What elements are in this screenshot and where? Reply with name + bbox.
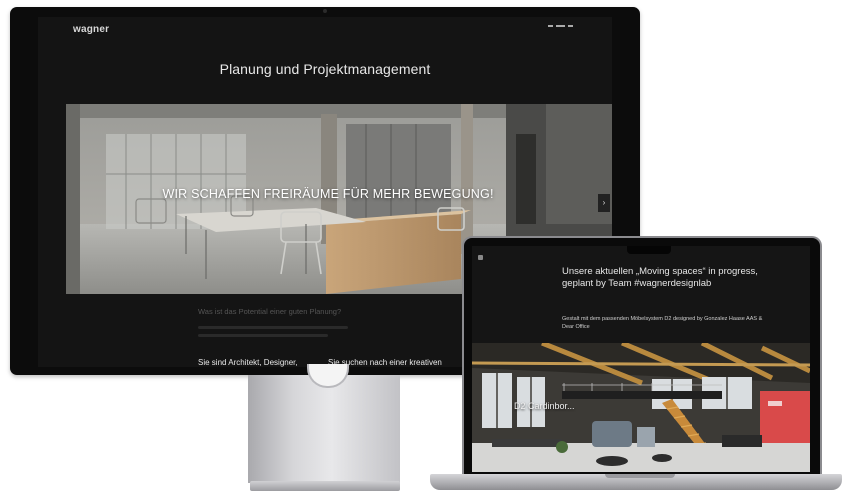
camera-dot [323,9,327,13]
page-title: Planung und Projektmanagement [219,61,431,77]
blurred-text-line [198,326,348,329]
laptop: Unsere aktuellen „Moving spaces“ in prog… [462,236,822,478]
laptop-screen: Unsere aktuellen „Moving spaces“ in prog… [472,246,810,472]
laptop-subtext: Gestalt mit dem passenden Möbelsystem D2… [562,316,763,330]
cta-architect[interactable]: Sie sind Architekt, Designer, [198,358,298,367]
loft-photo: D2 Cardinbor... [472,343,810,472]
brand-logo[interactable]: wagner [73,24,109,35]
brand-icon[interactable] [478,255,483,260]
section-question: Was ist das Potential einer guten Planun… [198,307,342,316]
menu-icon[interactable] [548,25,573,27]
laptop-heading: Unsere aktuellen „Moving spaces“ in prog… [562,266,758,289]
stand-base [250,481,400,491]
laptop-base-groove [605,474,675,478]
camera-notch [627,246,671,254]
slider-next-button[interactable]: › [598,194,610,212]
hero-caption: WIR SCHAFFEN FREIRÄUME FÜR MEHR BEWEGUNG… [162,187,494,201]
blurred-text-line [198,334,328,337]
photo-caption: D2 Cardinbor... [514,401,575,411]
monitor-stand [248,375,400,483]
